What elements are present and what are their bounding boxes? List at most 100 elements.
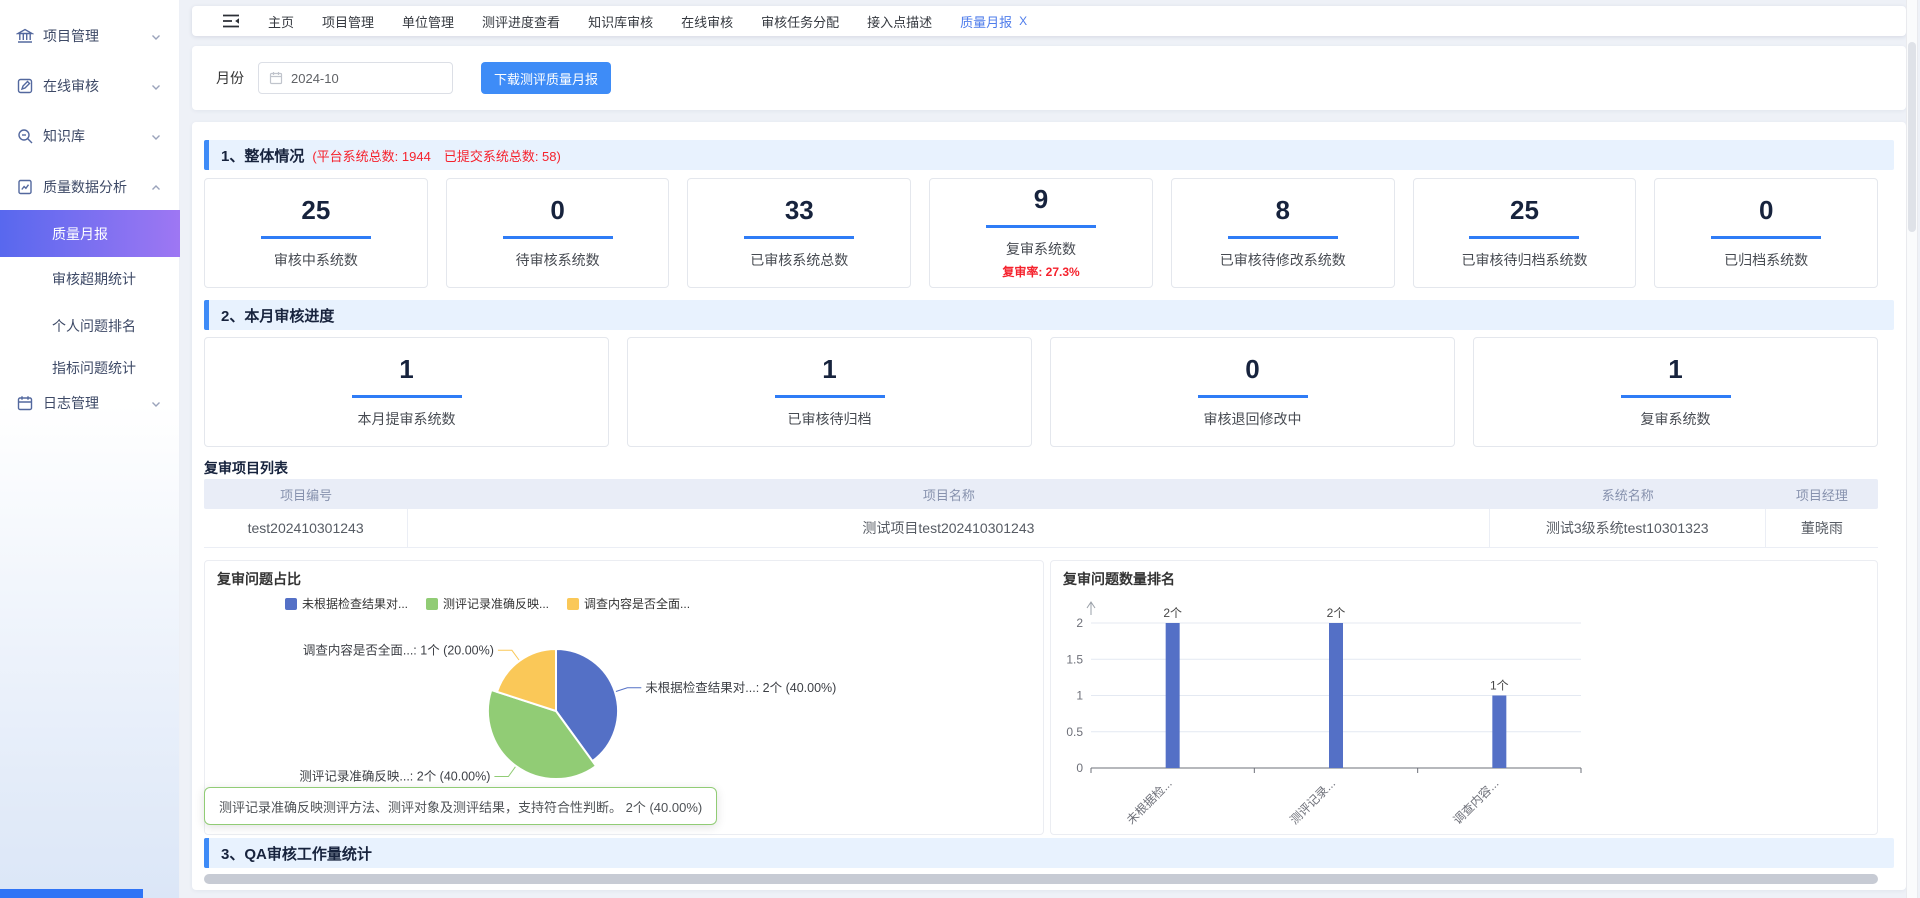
stat-label: 审核退回修改中 [1204, 409, 1302, 429]
sidebar-item-project-mgmt[interactable]: 项目管理 [0, 14, 180, 58]
month-value: 2024-10 [291, 71, 339, 86]
bar[interactable] [1329, 623, 1343, 768]
sidebar-item-label: 知识库 [43, 126, 85, 146]
stat-value: 1 [1668, 356, 1682, 382]
stat-underline [1469, 236, 1579, 239]
bar-chart[interactable]: 00.511.522个未根据检...2个测评记录...1个调查内容... [1051, 561, 1877, 834]
stat-label: 已审核系统总数 [750, 250, 848, 270]
overview-cards: 25 审核中系统数 0 待审核系统数 33 已审核系统总数 9 [204, 178, 1878, 288]
bar-value-label: 2个 [1163, 606, 1182, 620]
sidebar-bottom-accent-bar [0, 889, 143, 898]
vertical-scrollbar[interactable] [1906, 0, 1918, 898]
stat-label: 已审核待修改系统数 [1220, 250, 1346, 270]
chevron-down-icon [150, 397, 162, 409]
main-area: 主页 项目管理 单位管理 测评进度查看 知识库审核 在线审核 审核任务分配 接入… [180, 0, 1920, 898]
bar[interactable] [1166, 623, 1180, 768]
cell-project-name: 测试项目test202410301243 [408, 509, 1489, 547]
y-axis-tick-label: 1 [1076, 689, 1083, 703]
tab-quality-report[interactable]: 质量月报 X [960, 12, 1027, 31]
stat-label: 复审系统数 [1006, 239, 1076, 259]
table-row[interactable]: test202410301243 测试项目test202410301243 测试… [204, 509, 1878, 548]
submenu-item-personal-issue-ranking[interactable]: 个人问题排名 [0, 305, 180, 347]
edit-icon [16, 77, 34, 95]
stat-card-month-returned: 0 审核退回修改中 [1050, 337, 1455, 447]
stat-value: 1 [399, 356, 413, 382]
bar[interactable] [1492, 696, 1506, 769]
stat-label: 已审核待归档 [788, 409, 872, 429]
section-overview-note: (平台系统总数: 1944 已提交系统总数: 58) [312, 146, 561, 165]
sidebar-item-quality-analysis[interactable]: 质量数据分析 [0, 165, 180, 209]
bar-chart-panel: 复审问题数量排名 00.511.522个未根据检...2个测评记录...1个调查… [1050, 560, 1878, 835]
bar-value-label: 1个 [1490, 679, 1509, 693]
tab-project-mgmt[interactable]: 项目管理 [322, 12, 374, 31]
vertical-scrollbar-thumb[interactable] [1908, 42, 1916, 232]
column-header-system-name[interactable]: 系统名称 [1490, 479, 1766, 509]
tab-online-review[interactable]: 在线审核 [681, 12, 733, 31]
sidebar-item-log-mgmt[interactable]: 日志管理 [0, 381, 180, 425]
stat-underline [503, 236, 613, 239]
sidebar-item-label: 项目管理 [43, 26, 99, 46]
tab-unit-mgmt[interactable]: 单位管理 [402, 12, 454, 31]
stat-value: 9 [1034, 186, 1048, 212]
tab-eval-progress[interactable]: 测评进度查看 [482, 12, 560, 31]
stat-label: 已归档系统数 [1724, 250, 1808, 270]
stat-card-pending-review: 0 待审核系统数 [446, 178, 670, 288]
bar-value-label: 2个 [1327, 606, 1346, 620]
y-axis-tick-label: 0 [1076, 761, 1083, 775]
monthly-cards: 1 本月提审系统数 1 已审核待归档 0 审核退回修改中 1 复 [204, 337, 1878, 447]
bank-icon [16, 27, 34, 45]
tab-access-point[interactable]: 接入点描述 [867, 12, 932, 31]
pie-label-line [494, 767, 515, 777]
pie-tooltip: 测评记录准确反映测评方法、测评对象及测评结果，支持符合性判断。 2个 (40.0… [204, 787, 717, 825]
stat-card-to-archive: 25 已审核待归档系统数 [1413, 178, 1637, 288]
stat-label: 已审核待归档系统数 [1461, 250, 1587, 270]
tab-home[interactable]: 主页 [268, 12, 294, 31]
stat-card-month-re-review: 1 复审系统数 [1473, 337, 1878, 447]
close-tab-icon[interactable]: X [1019, 14, 1027, 28]
month-label: 月份 [216, 68, 244, 88]
analysis-icon [16, 178, 34, 196]
column-header-project-name[interactable]: 项目名称 [408, 479, 1489, 509]
sidebar-item-label: 质量数据分析 [43, 177, 127, 197]
cell-project-manager: 董晓雨 [1766, 509, 1878, 547]
pie-slice-label: 调查内容是否全面...: 1个 (20.00%) [303, 642, 494, 657]
stat-underline [1621, 395, 1731, 398]
stat-underline [775, 395, 885, 398]
sidebar: 项目管理 在线审核 知识库 [0, 0, 180, 898]
re-review-rate: 复审率: 27.3% [1002, 263, 1079, 280]
column-header-project-id[interactable]: 项目编号 [204, 479, 408, 509]
knowledge-icon [16, 127, 34, 145]
top-tabbar: 主页 项目管理 单位管理 测评进度查看 知识库审核 在线审核 审核任务分配 接入… [192, 6, 1906, 36]
stat-value: 8 [1276, 197, 1290, 223]
stat-label: 审核中系统数 [274, 250, 358, 270]
y-axis-tick-label: 0.5 [1066, 725, 1083, 739]
pie-label-line [616, 688, 641, 692]
column-header-project-manager[interactable]: 项目经理 [1766, 479, 1878, 509]
tab-review-task-assign[interactable]: 审核任务分配 [761, 12, 839, 31]
collapse-menu-icon[interactable] [222, 14, 240, 28]
stat-card-re-review: 9 复审系统数 复审率: 27.3% [929, 178, 1153, 288]
sidebar-item-online-review[interactable]: 在线审核 [0, 64, 180, 108]
stat-value: 33 [785, 197, 814, 223]
stat-value: 0 [550, 197, 564, 223]
horizontal-scrollbar[interactable] [204, 874, 1878, 884]
submenu-item-quality-report[interactable]: 质量月报 [0, 210, 180, 257]
section-qa-header: 3、QA审核工作量统计 [204, 838, 1894, 868]
download-report-button[interactable]: 下载测评质量月报 [481, 62, 611, 94]
chevron-down-icon [150, 80, 162, 92]
section-qa-title: 3、QA审核工作量统计 [221, 843, 372, 864]
stat-underline [744, 236, 854, 239]
review-table-title: 复审项目列表 [204, 458, 288, 478]
cell-project-id: test202410301243 [204, 509, 408, 547]
month-input[interactable]: 2024-10 [258, 62, 453, 94]
log-icon [16, 394, 34, 412]
chevron-down-icon [150, 130, 162, 142]
report-panel: 1、整体情况 (平台系统总数: 1944 已提交系统总数: 58) 25 审核中… [192, 122, 1906, 890]
tab-knowledge-review[interactable]: 知识库审核 [588, 12, 653, 31]
stat-value: 0 [1245, 356, 1259, 382]
pie-slice-label: 未根据检查结果对...: 2个 (40.00%) [645, 680, 836, 695]
submenu-item-review-overdue-stats[interactable]: 审核超期统计 [0, 258, 180, 300]
sidebar-item-knowledge-base[interactable]: 知识库 [0, 114, 180, 158]
x-axis-category-label: 测评记录... [1287, 776, 1338, 827]
stat-underline [1711, 236, 1821, 239]
